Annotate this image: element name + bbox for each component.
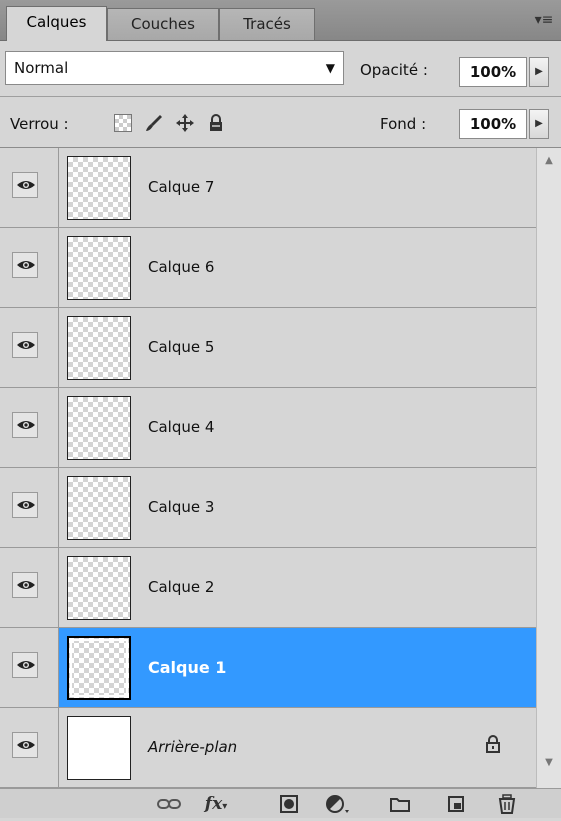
scroll-down-arrow-icon[interactable]: ▼ bbox=[542, 756, 556, 770]
tab-calques[interactable]: Calques bbox=[6, 6, 107, 41]
visibility-cell[interactable] bbox=[0, 308, 59, 387]
lock-all-icon[interactable] bbox=[205, 112, 227, 134]
blend-row: Normal ▼ Opacité : 100% ▶ bbox=[0, 41, 561, 97]
eye-icon[interactable] bbox=[12, 572, 38, 598]
blend-mode-select[interactable]: Normal ▼ bbox=[5, 51, 344, 85]
eye-icon[interactable] bbox=[12, 252, 38, 278]
visibility-cell[interactable] bbox=[0, 148, 59, 227]
layer-row[interactable]: Calque 2 bbox=[0, 548, 536, 628]
delete-layer-icon[interactable] bbox=[494, 793, 520, 815]
adjustment-layer-icon[interactable] bbox=[324, 793, 350, 815]
layer-row[interactable]: Calque 7 bbox=[0, 148, 536, 228]
visibility-cell[interactable] bbox=[0, 228, 59, 307]
layer-style-icon[interactable]: fx▾ bbox=[203, 793, 229, 815]
group-icon[interactable] bbox=[387, 793, 413, 815]
lock-row: Verrou : Fond : 100% ▶ bbox=[0, 97, 561, 148]
layer-thumbnail bbox=[67, 716, 131, 780]
layer-row-selected[interactable]: Calque 1 bbox=[0, 628, 536, 708]
layer-list-scrollbar[interactable]: ▲ ▼ bbox=[536, 148, 561, 788]
layer-thumbnail bbox=[67, 476, 131, 540]
lock-label: Verrou : bbox=[10, 115, 69, 133]
fx-label: fx bbox=[204, 794, 223, 814]
layer-name[interactable]: Calque 4 bbox=[148, 418, 214, 436]
layer-row[interactable]: Calque 5 bbox=[0, 308, 536, 388]
eye-icon[interactable] bbox=[12, 732, 38, 758]
fill-label: Fond : bbox=[380, 115, 427, 133]
layer-thumbnail bbox=[67, 556, 131, 620]
layer-thumbnail bbox=[67, 156, 131, 220]
eye-icon[interactable] bbox=[12, 172, 38, 198]
layer-row-background[interactable]: Arrière-plan bbox=[0, 708, 536, 788]
visibility-cell[interactable] bbox=[0, 388, 59, 467]
tab-traces[interactable]: Tracés bbox=[219, 8, 315, 40]
visibility-cell[interactable] bbox=[0, 468, 59, 547]
visibility-cell[interactable] bbox=[0, 548, 59, 627]
fill-slider-arrow-icon[interactable]: ▶ bbox=[529, 109, 549, 139]
layer-row[interactable]: Calque 4 bbox=[0, 388, 536, 468]
opacity-field[interactable]: 100% bbox=[459, 57, 527, 87]
visibility-cell[interactable] bbox=[0, 708, 59, 787]
layer-name[interactable]: Calque 5 bbox=[148, 338, 214, 356]
opacity-slider-arrow-icon[interactable]: ▶ bbox=[529, 57, 549, 87]
tab-couches[interactable]: Couches bbox=[107, 8, 219, 40]
lock-transparency-icon[interactable] bbox=[114, 114, 132, 132]
layer-thumbnail bbox=[67, 396, 131, 460]
layer-thumbnail bbox=[67, 636, 131, 700]
layer-name[interactable]: Calque 2 bbox=[148, 578, 214, 596]
eye-icon[interactable] bbox=[12, 332, 38, 358]
eye-icon[interactable] bbox=[12, 412, 38, 438]
layer-mask-icon[interactable] bbox=[276, 793, 302, 815]
lock-icon bbox=[482, 733, 504, 759]
lock-move-icon[interactable] bbox=[174, 112, 196, 134]
blend-mode-value: Normal bbox=[14, 59, 69, 77]
scroll-up-arrow-icon[interactable]: ▲ bbox=[542, 154, 556, 168]
layers-bottom-toolbar: fx▾ bbox=[0, 788, 561, 818]
layer-name[interactable]: Calque 3 bbox=[148, 498, 214, 516]
dropdown-arrow-icon: ▼ bbox=[325, 61, 335, 75]
opacity-label: Opacité : bbox=[360, 61, 428, 79]
layer-name[interactable]: Calque 7 bbox=[148, 178, 214, 196]
fill-field[interactable]: 100% bbox=[459, 109, 527, 139]
layers-panel: Calques Couches Tracés ▾≡ Normal ▼ Opaci… bbox=[0, 0, 561, 818]
eye-icon[interactable] bbox=[12, 652, 38, 678]
layer-row[interactable]: Calque 3 bbox=[0, 468, 536, 548]
tab-bar: Calques Couches Tracés ▾≡ bbox=[0, 0, 561, 41]
layer-name[interactable]: Calque 1 bbox=[148, 658, 226, 677]
layer-row[interactable]: Calque 6 bbox=[0, 228, 536, 308]
link-layers-icon[interactable] bbox=[156, 793, 182, 815]
visibility-cell[interactable] bbox=[0, 628, 59, 707]
lock-paint-icon[interactable] bbox=[143, 112, 165, 134]
layer-list: Calque 7 Calque 6 Calque 5 Calque 4 Calq… bbox=[0, 148, 536, 788]
new-layer-icon[interactable] bbox=[443, 793, 469, 815]
eye-icon[interactable] bbox=[12, 492, 38, 518]
layer-thumbnail bbox=[67, 316, 131, 380]
layer-name[interactable]: Calque 6 bbox=[148, 258, 214, 276]
layer-name[interactable]: Arrière-plan bbox=[148, 738, 237, 756]
panel-menu-icon[interactable]: ▾≡ bbox=[533, 10, 555, 30]
layer-thumbnail bbox=[67, 236, 131, 300]
